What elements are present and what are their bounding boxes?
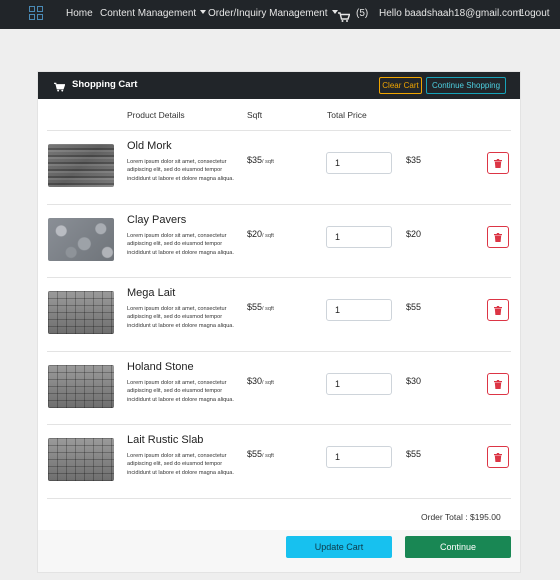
column-header-product: Product Details (127, 110, 185, 120)
price-unit: / sqft (262, 159, 274, 165)
nav-cart-link[interactable] (338, 9, 351, 27)
cart-item-row: Mega Lait Lorem ipsum dolor sit amet, co… (38, 277, 520, 351)
remove-item-button[interactable] (487, 373, 509, 395)
column-header-sqft: Sqft (247, 110, 263, 120)
item-total-price: $55 (406, 449, 422, 459)
product-image[interactable] (48, 438, 114, 481)
price-value: $30 (247, 376, 263, 386)
product-price-per-sqft: $55/ sqft (247, 449, 274, 459)
caret-down-icon (200, 10, 207, 14)
nav-order-management-label: Order/Inquiry Management (208, 8, 328, 19)
continue-checkout-button[interactable]: Continue (405, 536, 511, 558)
order-total: Order Total : $195.00 (421, 512, 501, 522)
nav-cart-count[interactable]: (5) (356, 8, 368, 19)
item-total-price: $55 (406, 302, 422, 312)
remove-item-button[interactable] (487, 152, 509, 174)
product-name[interactable]: Clay Pavers (127, 214, 186, 226)
product-price-per-sqft: $35/ sqft (247, 155, 274, 165)
cart-title: Shopping Cart (72, 79, 138, 90)
quantity-input[interactable]: 1 (326, 446, 392, 468)
remove-item-button[interactable] (487, 299, 509, 321)
product-name[interactable]: Old Mork (127, 140, 172, 152)
item-total-price: $35 (406, 155, 422, 165)
item-total-price: $30 (406, 376, 422, 386)
nav-home-link[interactable]: Home (66, 8, 93, 19)
price-unit: / sqft (262, 453, 274, 459)
cart-item-row: Old Mork Lorem ipsum dolor sit amet, con… (38, 130, 520, 204)
product-image[interactable] (48, 218, 114, 261)
trash-icon (494, 232, 502, 242)
price-value: $55 (247, 449, 263, 459)
product-price-per-sqft: $55/ sqft (247, 302, 274, 312)
product-price-per-sqft: $20/ sqft (247, 229, 274, 239)
product-name[interactable]: Mega Lait (127, 287, 175, 299)
remove-item-button[interactable] (487, 446, 509, 468)
cart-icon (54, 79, 66, 97)
product-price-per-sqft: $30/ sqft (247, 376, 274, 386)
quantity-input[interactable]: 1 (326, 373, 392, 395)
cart-item-row: Holand Stone Lorem ipsum dolor sit amet,… (38, 351, 520, 425)
quantity-input[interactable]: 1 (326, 226, 392, 248)
update-cart-button[interactable]: Update Cart (286, 536, 392, 558)
price-unit: / sqft (262, 233, 274, 239)
trash-icon (494, 305, 502, 315)
item-total-price: $20 (406, 229, 422, 239)
shopping-cart-card: Shopping Cart Clear Cart Continue Shoppi… (37, 71, 521, 573)
product-description: Lorem ipsum dolor sit amet, consectetur … (127, 380, 234, 403)
trash-icon (494, 452, 502, 462)
product-description: Lorem ipsum dolor sit amet, consectetur … (127, 453, 234, 476)
product-description: Lorem ipsum dolor sit amet, consectetur … (127, 159, 234, 182)
product-image[interactable] (48, 291, 114, 334)
column-header-total: Total Price (327, 110, 367, 120)
product-image[interactable] (48, 365, 114, 408)
nav-order-management-dropdown[interactable]: Order/Inquiry Management (208, 8, 338, 19)
price-unit: / sqft (262, 380, 274, 386)
trash-icon (494, 158, 502, 168)
cart-header: Shopping Cart Clear Cart Continue Shoppi… (38, 72, 520, 99)
price-value: $55 (247, 302, 263, 312)
product-description: Lorem ipsum dolor sit amet, consectetur … (127, 306, 234, 329)
nav-logout-link[interactable]: Logout (519, 8, 550, 19)
price-value: $20 (247, 229, 263, 239)
product-name[interactable]: Lait Rustic Slab (127, 434, 203, 446)
product-description: Lorem ipsum dolor sit amet, consectetur … (127, 233, 234, 256)
divider (47, 498, 511, 499)
price-value: $35 (247, 155, 263, 165)
caret-down-icon (331, 10, 338, 14)
product-name[interactable]: Holand Stone (127, 361, 194, 373)
cart-item-row: Clay Pavers Lorem ipsum dolor sit amet, … (38, 204, 520, 278)
remove-item-button[interactable] (487, 226, 509, 248)
top-navbar: Home Content Management Order/Inquiry Ma… (0, 0, 560, 29)
product-image[interactable] (48, 144, 114, 187)
price-unit: / sqft (262, 306, 274, 312)
nav-user-greeting: Hello baadshaah18@gmail.com! (379, 8, 524, 19)
trash-icon (494, 379, 502, 389)
nav-content-management-dropdown[interactable]: Content Management (100, 8, 207, 19)
nav-content-management-label: Content Management (100, 8, 197, 19)
cart-item-row: Lait Rustic Slab Lorem ipsum dolor sit a… (38, 424, 520, 498)
clear-cart-button[interactable]: Clear Cart (379, 77, 422, 94)
continue-shopping-button[interactable]: Continue Shopping (426, 77, 506, 94)
cart-icon (338, 12, 351, 22)
quantity-input[interactable]: 1 (326, 299, 392, 321)
quantity-input[interactable]: 1 (326, 152, 392, 174)
brand-grid-icon[interactable] (29, 6, 43, 20)
